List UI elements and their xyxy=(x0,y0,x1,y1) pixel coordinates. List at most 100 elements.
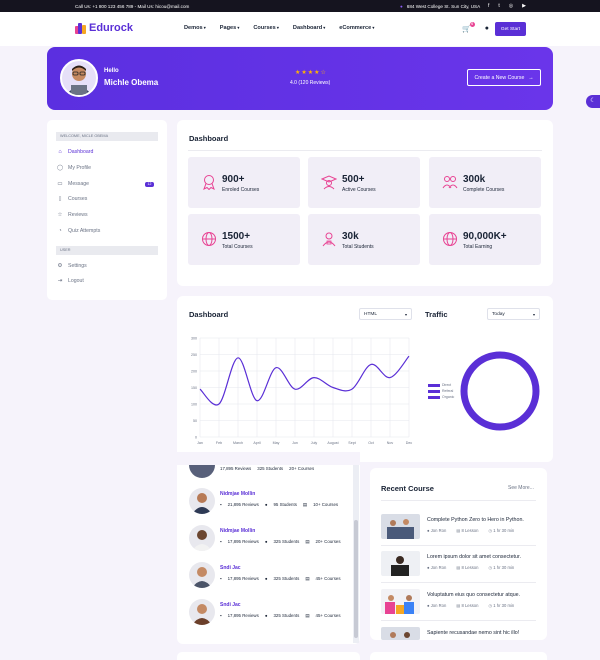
people-icon xyxy=(442,176,458,189)
stat-students: 30k Total Students xyxy=(308,214,420,265)
quiz-icon: ◔ xyxy=(58,228,62,234)
divider xyxy=(381,500,536,501)
stat-complete: 300k Complete Courses xyxy=(429,157,541,208)
home-icon: ⌂ xyxy=(58,149,62,155)
course-thumbnail xyxy=(381,551,420,576)
nav-ecommerce[interactable]: eCommerce xyxy=(339,25,374,31)
lessons: ▤ 8 Lesson xyxy=(456,528,479,533)
create-course-label: Create a New Course xyxy=(474,74,525,81)
instructor-row[interactable]: Nidmjae Mollin ▪ 21,895 Reviews ● 95 Stude… xyxy=(189,488,349,514)
student-icon xyxy=(322,232,336,247)
user-icon: ● xyxy=(427,528,430,533)
location-pin-icon: ● xyxy=(400,3,403,9)
nav-courses[interactable]: Courses xyxy=(253,25,279,31)
nav-dashboard[interactable]: Dashboard xyxy=(293,25,325,31)
course-thumbnail xyxy=(381,627,420,640)
create-course-button[interactable]: Create a New Course → xyxy=(467,69,541,86)
next-card xyxy=(370,652,547,660)
avatar xyxy=(189,599,215,625)
x-tick-label: Jun xyxy=(292,441,298,445)
y-tick-label: 50 xyxy=(193,419,197,423)
y-tick-label: 200 xyxy=(191,370,197,374)
instagram-icon[interactable]: ◎ xyxy=(509,3,513,9)
sidebar-item-quiz[interactable]: ◔ Quiz Attempts xyxy=(57,228,100,234)
reviews-count: 17,895 Reviews xyxy=(220,466,252,471)
see-more-link[interactable]: See More... xyxy=(508,485,534,491)
instructor-row[interactable]: Nidmjae Mollin ▪ 17,895 Reviews ● 325 Stud… xyxy=(189,525,349,551)
sidebar-user-heading: USER xyxy=(56,246,158,255)
y-tick-label: 0 xyxy=(195,436,197,440)
dark-mode-toggle[interactable]: ☾ xyxy=(586,95,600,108)
stat-active: 500+ Active Courses xyxy=(308,157,420,208)
rating-stars: ★★★★☆ xyxy=(295,70,327,76)
x-tick-label: May xyxy=(273,441,280,445)
stats-title: Dashboard xyxy=(189,134,229,143)
sidebar-item-dashboard[interactable]: ⌂ Dashboard xyxy=(57,149,93,155)
instructor-row[interactable]: Sndi Jac ▪ 17,895 Reviews ● 325 Students ▤… xyxy=(189,599,349,625)
sidebar-item-logout[interactable]: ⇥ Logout xyxy=(57,278,84,284)
y-tick-label: 100 xyxy=(191,403,197,407)
sidebar-item-reviews[interactable]: ☆ Reviews xyxy=(57,212,88,218)
cart-count: 0 xyxy=(469,22,475,27)
chat-icon: ▪ xyxy=(220,613,222,618)
globe-icon xyxy=(202,232,216,246)
chat-icon: ▪ xyxy=(220,502,222,507)
book-icon: ▤ xyxy=(456,603,461,608)
gear-icon: ⚙ xyxy=(57,263,63,269)
user-icon: ● xyxy=(264,502,268,507)
main-nav: Demos Pages Courses Dashboard eCommerce xyxy=(184,25,374,31)
sidebar-item-message[interactable]: ▭ Message xyxy=(57,181,89,187)
lessons: ▤ 8 Lesson xyxy=(456,603,479,608)
nav-demos[interactable]: Demos xyxy=(184,25,206,31)
chat-icon: ▪ xyxy=(220,539,222,544)
youtube-icon[interactable]: ▶ xyxy=(522,3,526,9)
traffic-period-select[interactable]: Today xyxy=(487,308,540,320)
author: ● Jon Ron xyxy=(427,565,447,570)
instructor-row[interactable]: Sndi Jac ▪ 17,895 Reviews ● 325 Students ▤… xyxy=(189,562,349,588)
book-icon: ▤ xyxy=(305,576,310,581)
y-tick-label: 250 xyxy=(191,353,197,357)
sidebar-item-profile[interactable]: ◯ My Profile xyxy=(57,165,91,171)
traffic-title: Traffic xyxy=(425,310,448,319)
user-icon: ◯ xyxy=(57,165,64,171)
book-icon: ▤ xyxy=(456,528,461,533)
students-count: 325 Students xyxy=(257,466,284,471)
contact-info: Call Us: +1 800 123 456 789 - Mail Us: h… xyxy=(75,3,190,9)
mail-text[interactable]: Mail Us: hicou@mail.com xyxy=(137,4,189,9)
twitter-icon[interactable]: t xyxy=(498,3,499,9)
x-tick-label: August xyxy=(327,441,338,445)
courses-count: 20+ Courses xyxy=(289,466,315,471)
get-start-button[interactable]: Get Start xyxy=(495,22,526,36)
sidebar-item-settings[interactable]: ⚙ Settings xyxy=(57,263,87,269)
chat-icon: ▪ xyxy=(220,576,222,581)
arrow-right-icon: → xyxy=(528,74,534,81)
lessons: ▤ 8 Lesson xyxy=(456,565,479,570)
nav-pages[interactable]: Pages xyxy=(220,25,240,31)
logout-icon: ⇥ xyxy=(57,278,63,284)
traffic-legend: Direct Referal Organic xyxy=(428,382,454,400)
site-header: Edurock Demos Pages Courses Dashboard eC… xyxy=(0,12,600,46)
globe-icon xyxy=(443,232,457,246)
sidebar: WELCOME, MICLE OBEMA ⌂ Dashboard ◯ My Pr… xyxy=(47,120,167,300)
duration: ◷ 1 hr 30 min xyxy=(488,528,515,533)
user-icon[interactable]: ● xyxy=(485,25,489,33)
book-icon: ▤ xyxy=(305,539,310,544)
scrollbar-thumb[interactable] xyxy=(354,520,358,638)
address: ● 684 West College St. Sun City, USA xyxy=(400,4,480,9)
cart-icon[interactable]: 🛒 0 xyxy=(462,22,475,33)
stat-total-courses: 1500+ Total Courses xyxy=(188,214,300,265)
brand-logo[interactable]: Edurock xyxy=(75,22,133,34)
x-tick-label: Sept xyxy=(348,441,355,445)
address-text: 684 West College St. Sun City, USA xyxy=(406,3,481,9)
graduate-icon xyxy=(321,175,337,190)
traffic-donut-chart xyxy=(460,351,540,431)
logo-icon xyxy=(75,22,86,34)
star-icon: ☆ xyxy=(57,212,63,218)
facebook-icon[interactable]: f xyxy=(488,3,489,9)
sidebar-item-courses[interactable]: ▯ Courses xyxy=(57,196,87,202)
chart-series-line xyxy=(199,355,410,406)
course-thumbnail xyxy=(381,589,420,614)
duration: ◷ 1 hr 30 min xyxy=(488,603,515,608)
chart-category-select[interactable]: HTML xyxy=(359,308,412,320)
brand-name: Edurock xyxy=(89,22,134,34)
